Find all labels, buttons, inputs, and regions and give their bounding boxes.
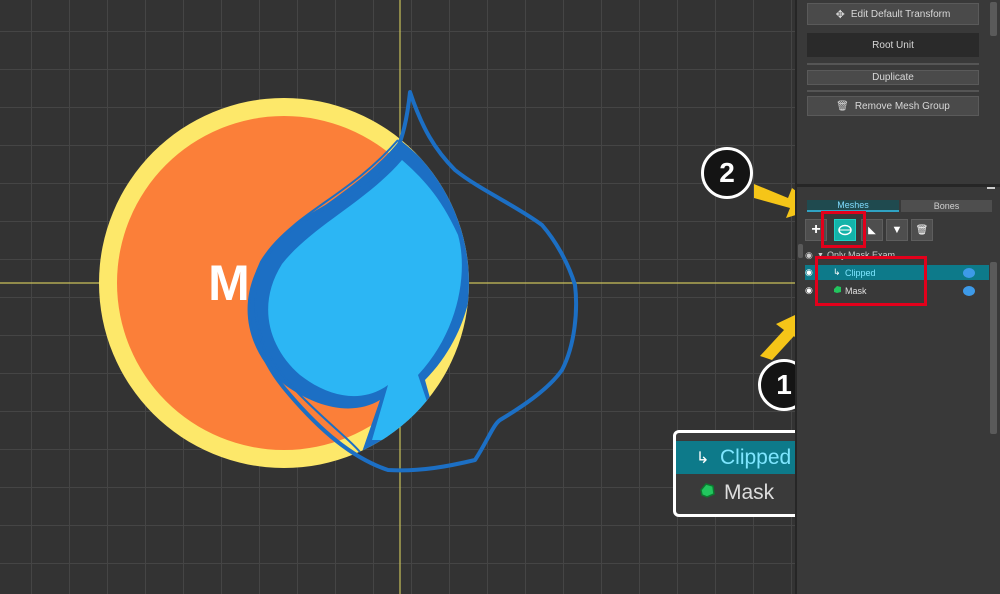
resize-grip[interactable] [987, 187, 995, 189]
move-down-button[interactable]: ▼ [886, 219, 908, 241]
panel-divider[interactable] [797, 184, 1000, 187]
root-unit-label: Root Unit [872, 39, 914, 51]
zoom-row-mask: Mask [676, 476, 795, 509]
zoom-row-clipped: ↳ Clipped [676, 441, 795, 474]
step-2-badge: 2 [701, 147, 753, 199]
highlight-list-rows [815, 256, 927, 306]
visibility-toggle-icon[interactable] [963, 267, 975, 278]
trash-icon: 🗑 [836, 100, 849, 112]
trash-icon: 🗑 [915, 224, 929, 236]
zoom-mask-label: Mask [724, 480, 775, 504]
remove-mesh-group-label: Remove Mesh Group [854, 100, 950, 112]
separator [807, 63, 979, 65]
delete-button[interactable]: 🗑 [911, 219, 933, 241]
separator [807, 90, 979, 92]
arrow-to-button [754, 184, 795, 218]
edit-default-transform-button[interactable]: ✥ Edit Default Transform [807, 3, 979, 25]
transform-icon: ✥ [835, 8, 845, 21]
zoom-callout: ↳ Clipped Mask [673, 430, 795, 517]
clip-arrow-icon: ↳ [696, 449, 710, 467]
m-label: M [208, 255, 250, 311]
visibility-toggle-icon[interactable] [963, 285, 975, 296]
list-scrollbar[interactable] [990, 262, 997, 434]
mesh-icon [698, 481, 724, 505]
root-unit-button[interactable]: Root Unit [807, 33, 979, 57]
arrow-2-shape [754, 184, 795, 218]
arrow-to-list [760, 315, 795, 360]
canvas-viewport[interactable]: M 2 1 ↳ Clipped Mask [0, 0, 795, 594]
scroll-handle-left[interactable] [798, 244, 803, 258]
top-scrollbar[interactable] [990, 2, 997, 36]
duplicate-label: Duplicate [872, 72, 914, 83]
remove-mesh-group-button[interactable]: 🗑 Remove Mesh Group [807, 96, 979, 116]
arrow-1-shape [760, 315, 795, 360]
tab-bones[interactable]: Bones [901, 200, 992, 212]
highlight-clipping-button [821, 211, 866, 248]
zoom-clipped-label: Clipped [720, 445, 792, 469]
edit-default-transform-label: Edit Default Transform [850, 8, 951, 20]
duplicate-button[interactable]: Duplicate [807, 70, 979, 85]
